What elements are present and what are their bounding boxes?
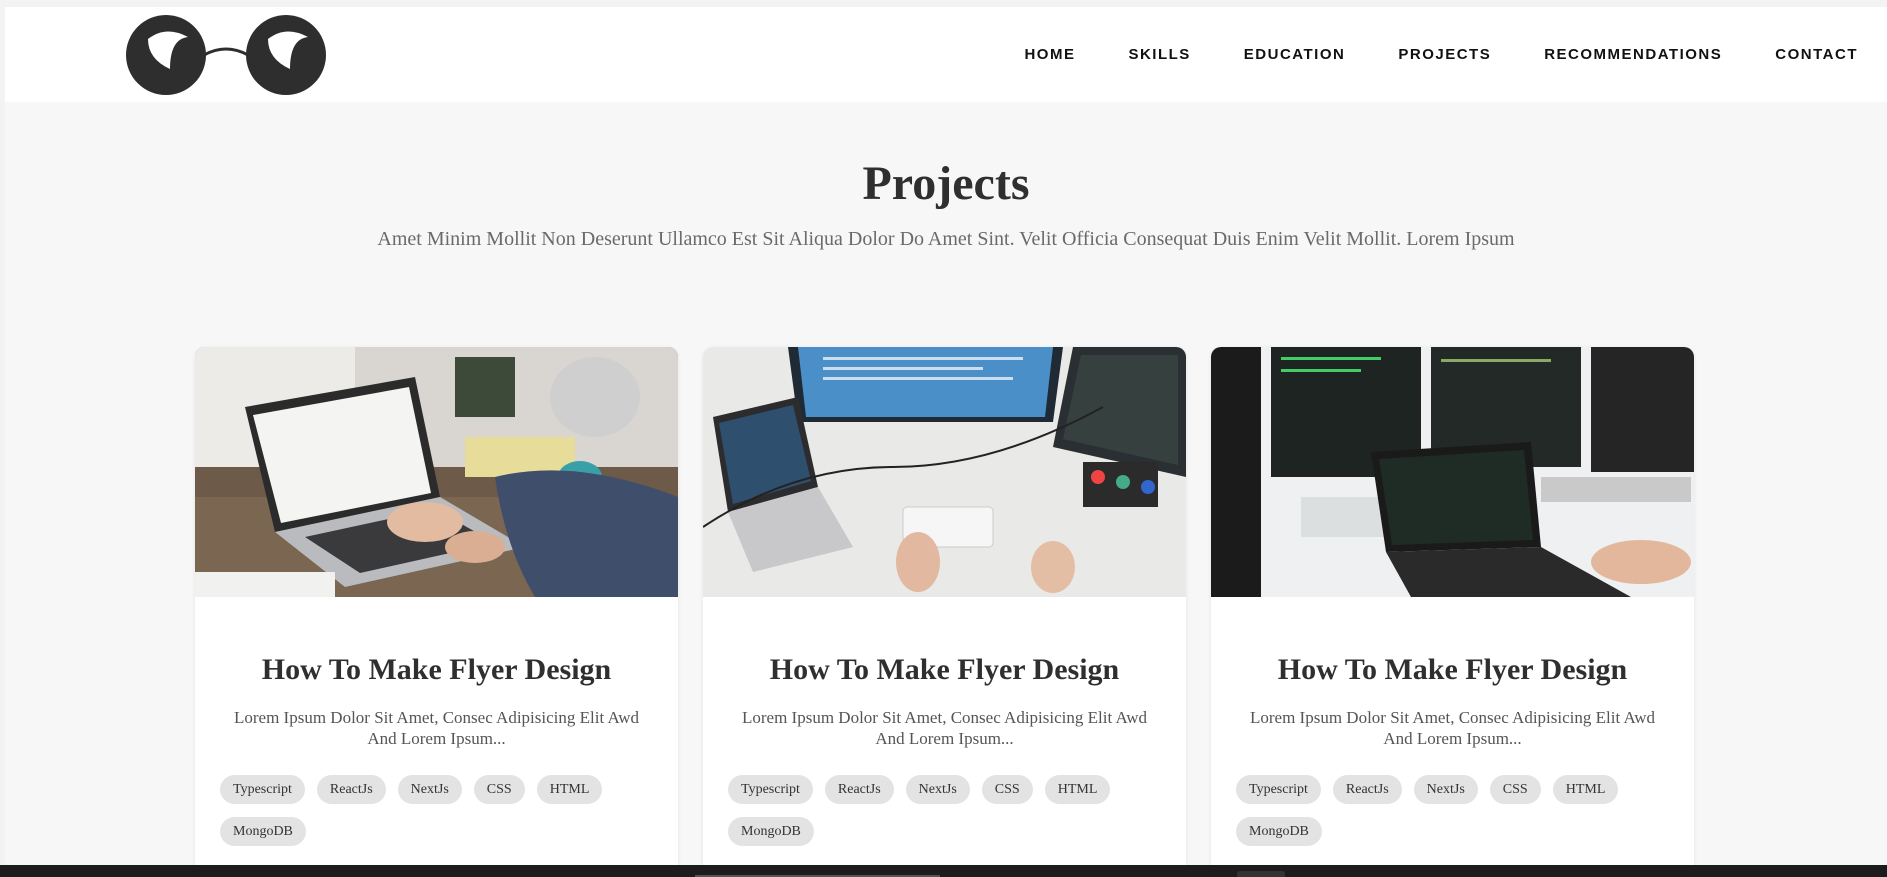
tag-css: CSS bbox=[1489, 775, 1541, 804]
navbar: HOME SKILLS EDUCATION PROJECTS RECOMMEND… bbox=[5, 7, 1887, 102]
tag-typescript: Typescript bbox=[1236, 775, 1321, 804]
taskbar bbox=[0, 865, 1887, 877]
coding-laptop-monitors-photo bbox=[1211, 347, 1694, 597]
taskbar-item[interactable] bbox=[1237, 871, 1285, 877]
tag-css: CSS bbox=[981, 775, 1033, 804]
project-card[interactable]: How To Make Flyer Design Lorem Ipsum Dol… bbox=[1211, 347, 1694, 877]
main-nav: HOME SKILLS EDUCATION PROJECTS RECOMMEND… bbox=[1024, 7, 1858, 102]
projects-section: Projects Amet Minim Mollit Non Deserunt … bbox=[5, 102, 1887, 877]
card-description: Lorem Ipsum Dolor Sit Amet, Consec Adipi… bbox=[741, 708, 1147, 748]
project-card[interactable]: How To Make Flyer Design Lorem Ipsum Dol… bbox=[703, 347, 1186, 877]
tag-html: HTML bbox=[1552, 775, 1619, 804]
tag-reactjs: ReactJs bbox=[824, 775, 894, 804]
tag-nextjs: NextJs bbox=[1413, 775, 1478, 804]
card-title: How To Make Flyer Design bbox=[1277, 653, 1628, 686]
browser-top-strip bbox=[0, 0, 1887, 7]
tag-html: HTML bbox=[536, 775, 603, 804]
tag-reactjs: ReactJs bbox=[316, 775, 386, 804]
tag-list: Typescript ReactJs NextJs CSS HTML Mongo… bbox=[1236, 775, 1676, 846]
tag-html: HTML bbox=[1044, 775, 1111, 804]
tag-list: Typescript ReactJs NextJs CSS HTML Mongo… bbox=[728, 775, 1168, 846]
nav-recommendations[interactable]: RECOMMENDATIONS bbox=[1544, 46, 1722, 63]
tag-nextjs: NextJs bbox=[397, 775, 462, 804]
laptop-desk-photo bbox=[195, 347, 678, 597]
tag-list: Typescript ReactJs NextJs CSS HTML Mongo… bbox=[220, 775, 660, 846]
page-subtitle: Amet Minim Mollit Non Deserunt Ullamco E… bbox=[377, 228, 1515, 250]
card-title: How To Make Flyer Design bbox=[261, 653, 612, 686]
tag-reactjs: ReactJs bbox=[1332, 775, 1402, 804]
tag-css: CSS bbox=[473, 775, 525, 804]
nav-projects[interactable]: PROJECTS bbox=[1398, 46, 1491, 63]
multi-monitor-desk-photo bbox=[703, 347, 1186, 597]
tag-nextjs: NextJs bbox=[905, 775, 970, 804]
tag-mongodb: MongoDB bbox=[1236, 817, 1322, 846]
nav-education[interactable]: EDUCATION bbox=[1244, 46, 1346, 63]
tag-typescript: Typescript bbox=[220, 775, 305, 804]
card-description: Lorem Ipsum Dolor Sit Amet, Consec Adipi… bbox=[233, 708, 639, 748]
project-card[interactable]: How To Make Flyer Design Lorem Ipsum Dol… bbox=[195, 347, 678, 877]
nav-skills[interactable]: SKILLS bbox=[1128, 46, 1190, 63]
tag-mongodb: MongoDB bbox=[728, 817, 814, 846]
glasses-logo-icon[interactable] bbox=[126, 13, 326, 97]
card-description: Lorem Ipsum Dolor Sit Amet, Consec Adipi… bbox=[1249, 708, 1655, 748]
nav-contact[interactable]: CONTACT bbox=[1775, 46, 1858, 63]
card-title: How To Make Flyer Design bbox=[769, 653, 1120, 686]
page-title: Projects bbox=[862, 157, 1030, 210]
tag-typescript: Typescript bbox=[728, 775, 813, 804]
nav-home[interactable]: HOME bbox=[1024, 46, 1075, 63]
tag-mongodb: MongoDB bbox=[220, 817, 306, 846]
